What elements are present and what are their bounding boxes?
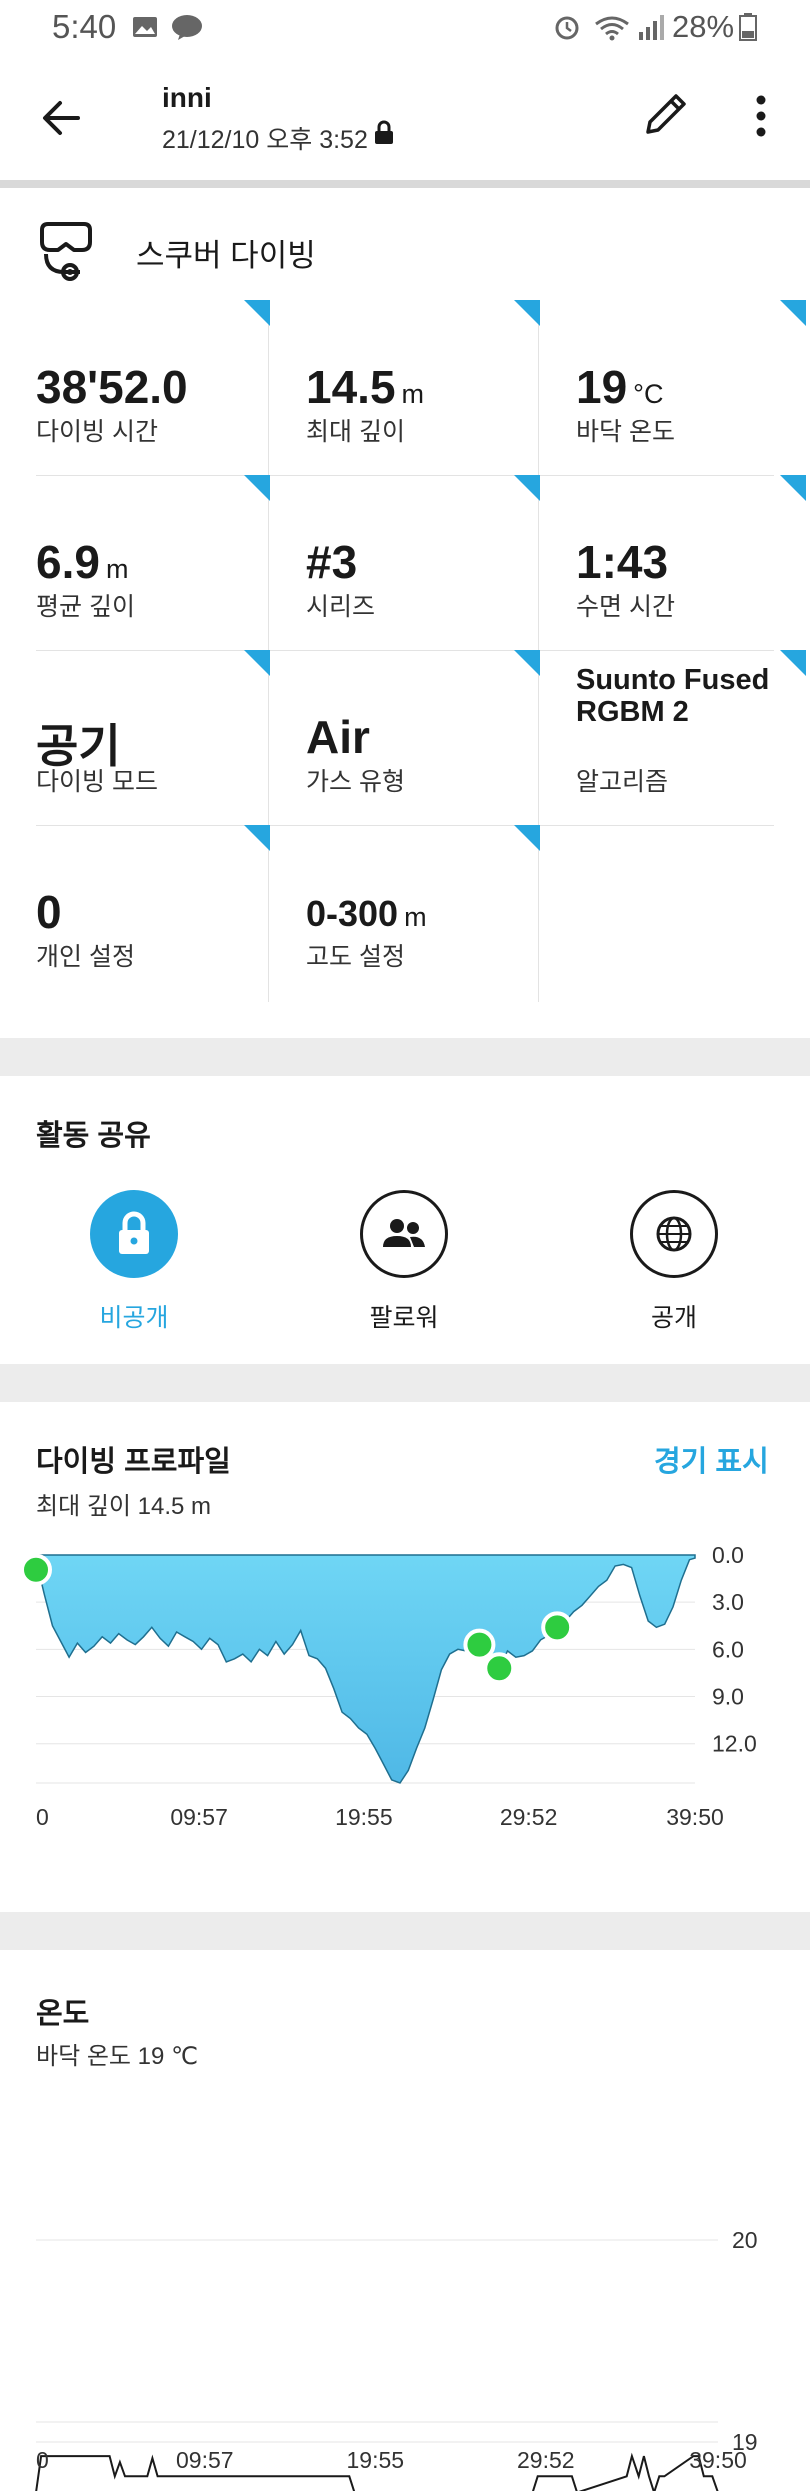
dive-profile-subtitle: 최대 깊이 14.5 m <box>36 1493 212 1520</box>
depth-chart[interactable]: 0.0 3.0 6.0 9.0 12.0 0 09:57 19:55 29:52 39:50 <box>0 1520 810 1870</box>
x-tick-label: 0 <box>36 2447 49 2473</box>
globe-icon <box>656 1216 692 1252</box>
app-bar: inni 21/12/10 오후 3:52 <box>0 56 810 180</box>
event-marker <box>463 1628 496 1661</box>
y-tick-label: 3.0 <box>712 1589 744 1615</box>
show-events-link[interactable]: 경기 표시 <box>654 1438 769 1480</box>
stat-label: 시리즈 <box>306 593 376 621</box>
stat-label: 최대 깊이 <box>306 418 405 446</box>
y-tick-label: 6.0 <box>712 1636 744 1662</box>
kakaotalk-icon <box>172 15 202 40</box>
temperature-subtitle: 바닥 온도 19 ℃ <box>36 2043 198 2070</box>
stat-unit: °C <box>633 379 664 409</box>
status-bar: 5:40 28% <box>0 0 810 56</box>
x-tick-label: 19:55 <box>335 1804 393 1830</box>
y-tick-label: 20 <box>732 2227 758 2253</box>
more-options-icon[interactable] <box>746 92 776 140</box>
stat-value: 1:43 <box>576 536 669 588</box>
stat-label: 가스 유형 <box>306 768 405 796</box>
stat-label: 바닥 온도 <box>576 418 675 446</box>
x-tick-label: 0 <box>36 1804 49 1830</box>
dive-profile-title: 다이빙 프로파일 <box>36 1446 231 1478</box>
y-tick-label: 0.0 <box>712 1542 744 1568</box>
stat-label: 개인 설정 <box>36 943 135 971</box>
battery-percent: 28% <box>672 9 735 44</box>
stat-series[interactable]: #3 시리즈 <box>270 475 540 650</box>
stat-label: 다이빙 시간 <box>36 418 158 446</box>
stat-algorithm[interactable]: Suunto Fused RGBM 2 알고리즘 <box>540 650 810 825</box>
stat-unit: m <box>401 379 425 409</box>
battery-icon <box>739 13 757 41</box>
followers-icon <box>383 1219 425 1247</box>
temperature-card: 온도 바닥 온도 19 ℃ 20 19 0 09:57 19:55 29:52 39:50 <box>0 1950 810 2491</box>
x-tick-label: 09:57 <box>176 2447 234 2473</box>
stat-value: 38'52.0 <box>36 361 188 413</box>
stat-value: Air <box>306 711 370 763</box>
followers-button[interactable] <box>360 1190 448 1278</box>
depth-area <box>35 1554 696 1784</box>
share-title: 활동 공유 <box>36 1120 151 1152</box>
summary-card: 스쿠버 다이빙 38'52.0 다이빙 시간 14.5 m 최대 깊이 19 °C 바닥 … <box>0 188 810 1038</box>
edit-pencil-icon[interactable] <box>640 88 692 140</box>
page-title: inni <box>162 82 212 113</box>
header-divider <box>0 180 810 188</box>
x-tick-label: 29:52 <box>517 2447 575 2473</box>
stat-value: 0 <box>36 886 62 938</box>
lock-icon <box>119 1211 149 1254</box>
y-tick-label: 12.0 <box>712 1731 757 1757</box>
stat-altitude-setting[interactable]: 0-300 m 고도 설정 <box>270 825 540 1000</box>
public-label: 공개 <box>650 1304 697 1332</box>
temperature-title: 온도 <box>36 1998 90 2030</box>
private-label: 비공개 <box>99 1304 169 1332</box>
activity-type: 스쿠버 다이빙 <box>136 238 316 273</box>
x-tick-label: 29:52 <box>500 1804 558 1830</box>
stat-unit: m <box>105 554 129 584</box>
stat-gas-type[interactable]: Air 가스 유형 <box>270 650 540 825</box>
stat-label: 수면 시간 <box>576 593 675 621</box>
stat-value: 6.9 <box>36 536 100 588</box>
followers-label: 팔로워 <box>369 1304 439 1332</box>
stat-personal-setting[interactable]: 0 개인 설정 <box>0 825 270 1000</box>
event-marker <box>541 1611 574 1644</box>
back-arrow-icon[interactable] <box>38 94 86 142</box>
scuba-mask-icon <box>40 222 92 281</box>
stat-value: #3 <box>306 536 358 588</box>
stat-dive-time[interactable]: 38'52.0 다이빙 시간 <box>0 300 270 475</box>
stat-label: 다이빙 모드 <box>36 768 158 796</box>
stat-surface-time[interactable]: 1:43 수면 시간 <box>540 475 810 650</box>
event-marker <box>20 1553 52 1586</box>
stat-max-depth[interactable]: 14.5 m 최대 깊이 <box>270 300 540 475</box>
status-time: 5:40 <box>52 8 117 45</box>
stat-bottom-temp[interactable]: 19 °C 바닥 온도 <box>540 300 810 475</box>
y-tick-label: 9.0 <box>712 1684 744 1710</box>
public-button[interactable] <box>630 1190 718 1278</box>
stat-unit: m <box>404 902 427 932</box>
temperature-chart[interactable]: 20190 09:57 19:55 29:52 39:50 <box>0 2070 810 2491</box>
event-marker <box>483 1652 516 1685</box>
stats-grid: 38'52.0 다이빙 시간 14.5 m 최대 깊이 19 °C 바닥 온도 6.9 m 평… <box>0 300 810 1002</box>
stat-label: 평균 깊이 <box>36 593 135 621</box>
x-tick-label: 39:50 <box>666 1804 724 1830</box>
share-card: 활동 공유 비공개 팔로워 공개 <box>0 1076 810 1364</box>
gallery-icon <box>133 17 157 37</box>
stat-avg-depth[interactable]: 6.9 m 평균 깊이 <box>0 475 270 650</box>
lock-icon <box>375 120 393 144</box>
private-button[interactable] <box>90 1190 178 1278</box>
x-tick-label: 09:57 <box>170 1804 228 1830</box>
stat-value: 14.5 <box>306 361 396 413</box>
activity-datetime: 21/12/10 오후 3:52 <box>162 126 368 154</box>
stat-dive-mode[interactable]: 공기 다이빙 모드 <box>0 650 270 825</box>
stat-label: 알고리즘 <box>576 768 669 796</box>
dive-profile-card: 다이빙 프로파일 경기 표시 최대 깊이 14.5 m 0.0 3.0 6.0 9.0… <box>0 1402 810 1912</box>
signal-icon <box>639 15 664 40</box>
wifi-icon <box>595 16 629 41</box>
x-tick-label: 19:55 <box>347 2447 405 2473</box>
x-tick-label: 39:50 <box>689 2447 747 2473</box>
stat-label: 고도 설정 <box>306 943 405 971</box>
alarm-icon <box>555 16 579 40</box>
stat-value: Suunto Fused RGBM 2 <box>576 664 770 728</box>
stat-value: 19 <box>576 361 628 413</box>
stat-value: 0-300 <box>306 893 399 934</box>
